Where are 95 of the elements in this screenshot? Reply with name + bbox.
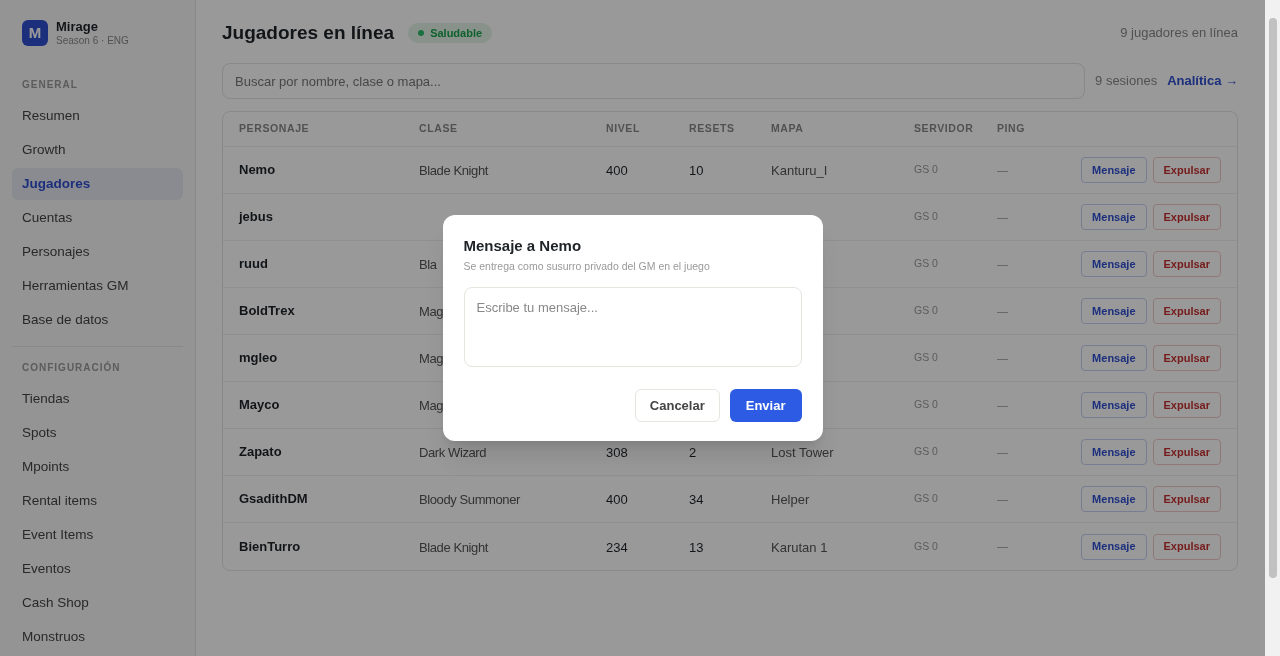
nav-item[interactable]: Growth bbox=[12, 133, 183, 166]
table-cell: Dark Wizard bbox=[419, 445, 487, 460]
message-button[interactable]: Mensaje bbox=[1081, 157, 1147, 183]
table-cell-text: — bbox=[997, 397, 1008, 413]
message-button[interactable]: Mensaje bbox=[1081, 345, 1147, 371]
nav-item[interactable]: Monstruos bbox=[12, 620, 183, 653]
table-cell-text: — bbox=[997, 350, 1008, 366]
analytics-link[interactable]: Analítica → bbox=[1167, 71, 1238, 91]
send-button[interactable]: Enviar bbox=[729, 389, 802, 423]
player-name: jebus bbox=[239, 208, 274, 227]
table-cell: 234 bbox=[606, 539, 628, 555]
table-cell-text: — bbox=[997, 162, 1008, 178]
kick-button[interactable]: Expulsar bbox=[1152, 251, 1221, 277]
player-name: mgleo bbox=[239, 349, 279, 368]
dialog-subtitle: Se entrega como susurro privado del GM en el juego bbox=[463, 259, 711, 275]
section-heading: GENERAL bbox=[21, 77, 79, 92]
player-name: Zapato bbox=[239, 443, 283, 462]
nav-item[interactable]: Rental items bbox=[12, 484, 183, 517]
player-name: Mayco bbox=[239, 396, 281, 415]
message-button[interactable]: Mensaje bbox=[1081, 533, 1147, 560]
table-cell: Blade Knight bbox=[419, 163, 488, 178]
nav-item[interactable]: Herramientas GM bbox=[12, 269, 183, 302]
table-cell-text: — bbox=[997, 491, 1008, 507]
nav-item[interactable]: Eventos bbox=[12, 552, 183, 585]
kick-button[interactable]: Expulsar bbox=[1152, 298, 1221, 324]
message-button[interactable]: Mensaje bbox=[1081, 251, 1147, 277]
player-name: BoldTrex bbox=[239, 302, 296, 321]
nav-item[interactable]: Personajes bbox=[12, 235, 183, 268]
nav-item[interactable]: Base de datos bbox=[12, 303, 183, 336]
table-cell: Kanturu_I bbox=[771, 163, 828, 178]
nav-item[interactable]: Jugadores bbox=[12, 167, 183, 200]
nav-item[interactable]: Mpoints bbox=[12, 450, 183, 483]
table-cell: Bla bbox=[419, 257, 437, 272]
message-button[interactable]: Mensaje bbox=[1081, 392, 1147, 418]
message-button[interactable]: Mensaje bbox=[1081, 439, 1147, 465]
table-cell: 34 bbox=[689, 492, 704, 507]
app-subtitle: Season 6 · ENG bbox=[56, 35, 129, 48]
status-badge: Saludable bbox=[408, 23, 493, 43]
kick-button[interactable]: Expulsar bbox=[1152, 486, 1221, 512]
session-count: 9 sesiones bbox=[1095, 72, 1158, 91]
search-field[interactable]: Buscar por nombre, clase o mapa... bbox=[222, 63, 1086, 99]
table-cell: 2 bbox=[689, 445, 697, 460]
table-cell: Bloody Summoner bbox=[419, 492, 520, 507]
message-field[interactable]: Escribe tu mensaje... bbox=[463, 287, 802, 368]
table-cell-text: — bbox=[997, 256, 1008, 272]
table-cell: 400 bbox=[606, 492, 628, 507]
table-cell-text: — bbox=[997, 303, 1008, 319]
table-cell: 13 bbox=[689, 539, 704, 555]
kick-button[interactable]: Expulsar bbox=[1152, 204, 1221, 230]
column-header: SERVIDOR bbox=[914, 121, 975, 137]
table-cell: Helper bbox=[771, 492, 810, 507]
player-name: ruud bbox=[239, 255, 269, 274]
nav-item[interactable]: Tiendas bbox=[12, 382, 183, 415]
player-name: BienTurro bbox=[239, 537, 302, 556]
logo: M bbox=[22, 20, 48, 47]
kick-button[interactable]: Expulsar bbox=[1152, 392, 1221, 418]
table-cell-text: — bbox=[997, 209, 1008, 225]
player-count: 9 jugadores en línea bbox=[1120, 24, 1238, 43]
table-cell: 10 bbox=[689, 163, 704, 178]
table-cell: Mag bbox=[419, 351, 444, 366]
cancel-button[interactable]: Cancelar bbox=[634, 389, 720, 423]
nav-item[interactable]: Cuentas bbox=[12, 201, 183, 234]
table-cell: 400 bbox=[606, 163, 628, 178]
dialog-title: Mensaje a Nemo bbox=[463, 235, 583, 256]
column-header: PERSONAJE bbox=[239, 121, 311, 137]
column-header: NIVEL bbox=[606, 121, 641, 137]
message-button[interactable]: Mensaje bbox=[1081, 486, 1147, 512]
nav-item[interactable]: Cash Shop bbox=[12, 586, 183, 619]
column-header: PING bbox=[997, 121, 1027, 137]
nav-item[interactable]: Event Items bbox=[12, 518, 183, 551]
table-cell: 308 bbox=[606, 445, 628, 460]
table-cell: Karutan 1 bbox=[771, 539, 828, 555]
section-heading: CONFIGURACIÓN bbox=[21, 360, 122, 375]
kick-button[interactable]: Expulsar bbox=[1152, 533, 1221, 560]
app-name: Mirage bbox=[56, 19, 99, 36]
page-title: Jugadores en línea bbox=[222, 20, 395, 45]
kick-button[interactable]: Expulsar bbox=[1152, 439, 1221, 465]
kick-button[interactable]: Expulsar bbox=[1152, 157, 1221, 183]
table-cell: Lost Tower bbox=[771, 445, 834, 460]
player-name: Nemo bbox=[239, 161, 277, 180]
table-cell: Mag bbox=[419, 398, 444, 413]
message-button[interactable]: Mensaje bbox=[1081, 298, 1147, 324]
player-name: GsadithDM bbox=[239, 490, 309, 509]
nav-item[interactable]: Resumen bbox=[12, 99, 183, 132]
column-header: MAPA bbox=[771, 121, 805, 137]
kick-button[interactable]: Expulsar bbox=[1152, 345, 1221, 371]
message-button[interactable]: Mensaje bbox=[1081, 204, 1147, 230]
scrollbar[interactable] bbox=[1265, 0, 1280, 656]
table-cell-text: — bbox=[997, 539, 1008, 555]
table-cell: Mag bbox=[419, 304, 444, 319]
table-cell: Blade Knight bbox=[419, 539, 488, 555]
column-header: RESETS bbox=[689, 121, 736, 137]
column-header: CLASE bbox=[419, 121, 459, 137]
nav-item[interactable]: Spots bbox=[12, 416, 183, 449]
table-cell-text: — bbox=[997, 444, 1008, 460]
